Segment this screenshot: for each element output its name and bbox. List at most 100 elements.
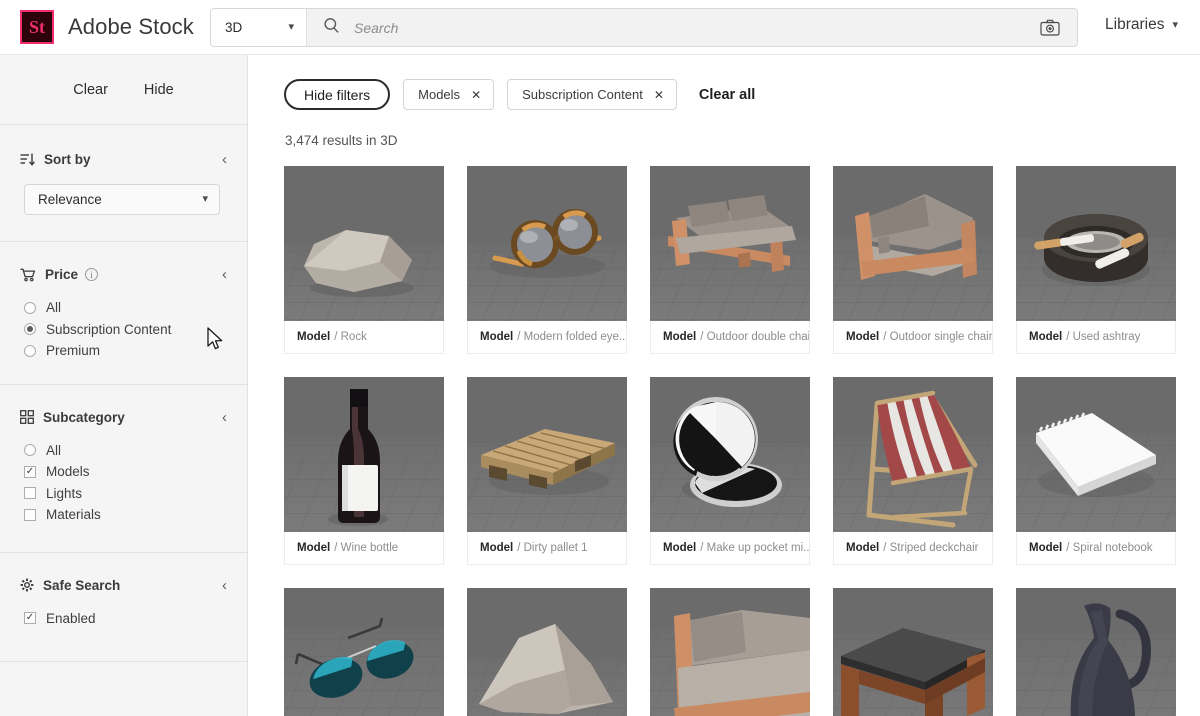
result-thumbnail[interactable]	[650, 377, 810, 532]
result-caption: Model / Used ashtray	[1016, 321, 1176, 354]
result-thumbnail[interactable]	[467, 377, 627, 532]
result-type: Model	[1029, 331, 1062, 343]
result-card[interactable]: Model /	[650, 588, 810, 716]
camera-search-icon[interactable]	[1023, 9, 1077, 46]
chevron-down-icon: ▾	[288, 22, 294, 33]
subcategory-option-materials[interactable]: Materials	[24, 504, 247, 526]
safe-search-label: Safe Search	[43, 578, 120, 593]
result-thumbnail[interactable]	[833, 377, 993, 532]
hide-sidebar-button[interactable]: Hide	[144, 82, 174, 98]
result-card[interactable]: Model / Spiral notebook	[1016, 377, 1176, 565]
checkbox-icon	[24, 487, 36, 499]
hide-filters-button[interactable]: Hide filters	[284, 79, 390, 110]
result-caption: Model / Rock	[284, 321, 444, 354]
subcategory-option-lights[interactable]: Lights	[24, 483, 247, 505]
result-title: / Used ashtray	[1066, 331, 1140, 343]
result-thumbnail[interactable]	[1016, 588, 1176, 716]
result-card[interactable]: Model / Striped deckchair	[833, 377, 993, 565]
clear-filters-button[interactable]: Clear	[73, 82, 108, 98]
result-card[interactable]: Model / Modern folded eye...	[467, 166, 627, 354]
result-title: / Outdoor single chair	[883, 331, 992, 343]
sidebar-section-safe-search: Safe Search ‹ ✓ Enabled	[0, 553, 247, 663]
results-count: 3,474 results in 3D	[249, 110, 1200, 148]
result-type: Model	[297, 331, 330, 343]
sort-by-label: Sort by	[44, 152, 91, 167]
subcategory-option-label: Models	[46, 464, 90, 479]
subcategory-option-label: All	[46, 443, 61, 458]
result-thumbnail[interactable]	[284, 377, 444, 532]
result-type: Model	[480, 542, 513, 554]
result-card[interactable]: Model / Rock	[284, 166, 444, 354]
sort-by-select[interactable]: Relevance ▾	[24, 184, 220, 215]
active-filters-bar: Hide filters Models ✕ Subscription Conte…	[249, 55, 1200, 110]
result-title: / Spiral notebook	[1066, 542, 1152, 554]
result-card[interactable]: Model / Outdoor single chair	[833, 166, 993, 354]
info-icon[interactable]: i	[85, 268, 98, 281]
gear-icon	[20, 578, 34, 592]
filter-chip-subscription-content[interactable]: Subscription Content ✕	[507, 79, 677, 110]
adobe-stock-logo-icon: St	[20, 10, 54, 44]
result-thumbnail[interactable]	[467, 166, 627, 321]
price-option-all[interactable]: All	[24, 297, 247, 319]
search-input[interactable]	[352, 19, 852, 37]
result-card[interactable]: Model / Dirty pallet 1	[467, 377, 627, 565]
result-title: / Striped deckchair	[883, 542, 978, 554]
sort-icon	[20, 153, 35, 166]
result-thumbnail[interactable]	[284, 166, 444, 321]
result-card[interactable]: Model /	[1016, 588, 1176, 716]
result-card[interactable]: Model / Used ashtray	[1016, 166, 1176, 354]
chevron-left-icon[interactable]: ‹	[222, 577, 227, 594]
category-dropdown-value: 3D	[225, 20, 242, 35]
price-option-premium[interactable]: Premium	[24, 340, 247, 362]
result-thumbnail[interactable]	[833, 166, 993, 321]
clear-all-button[interactable]: Clear all	[699, 87, 755, 103]
filter-chip-models[interactable]: Models ✕	[403, 79, 494, 110]
safe-search-section-title: Safe Search ‹	[0, 577, 247, 594]
result-type: Model	[663, 542, 696, 554]
result-thumbnail[interactable]	[650, 166, 810, 321]
radio-selected-icon	[24, 323, 36, 335]
cart-icon	[20, 268, 36, 282]
result-thumbnail[interactable]	[833, 588, 993, 716]
brand-name: Adobe Stock	[68, 14, 194, 40]
category-dropdown[interactable]: 3D ▾	[211, 9, 307, 46]
close-icon[interactable]: ✕	[471, 88, 481, 102]
result-card[interactable]: Model /	[833, 588, 993, 716]
search-field-wrapper[interactable]	[307, 9, 1023, 46]
result-type: Model	[297, 542, 330, 554]
safe-search-option-label: Enabled	[46, 611, 96, 626]
result-title: / Outdoor double chair	[700, 331, 810, 343]
result-card[interactable]: Model /	[467, 588, 627, 716]
result-thumbnail[interactable]	[467, 588, 627, 716]
result-card[interactable]: Model / Outdoor double chair	[650, 166, 810, 354]
grid-icon	[20, 410, 34, 424]
libraries-menu[interactable]: Libraries ▾	[1105, 16, 1178, 34]
result-card[interactable]: Model / Make up pocket mi...	[650, 377, 810, 565]
chevron-left-icon[interactable]: ‹	[222, 266, 227, 283]
checkbox-icon	[24, 509, 36, 521]
sort-by-value: Relevance	[38, 192, 102, 207]
chevron-left-icon[interactable]: ‹	[222, 151, 227, 168]
result-card[interactable]: Model /	[284, 588, 444, 716]
result-thumbnail[interactable]	[1016, 166, 1176, 321]
result-card[interactable]: Model / Wine bottle	[284, 377, 444, 565]
subcategory-option-models[interactable]: ✓ Models	[24, 461, 247, 483]
chevron-down-icon: ▾	[1172, 20, 1178, 31]
search-icon	[323, 17, 340, 39]
price-option-subscription-content[interactable]: Subscription Content	[24, 319, 247, 341]
result-thumbnail[interactable]	[284, 588, 444, 716]
subcategory-option-all[interactable]: All	[24, 440, 247, 462]
result-type: Model	[663, 331, 696, 343]
result-thumbnail[interactable]	[1016, 377, 1176, 532]
chevron-left-icon[interactable]: ‹	[222, 409, 227, 426]
radio-icon	[24, 302, 36, 314]
sidebar-header-actions: Clear Hide	[0, 55, 247, 125]
result-caption: Model / Modern folded eye...	[467, 321, 627, 354]
subcategory-options: All ✓ Models Lights Materials	[0, 426, 247, 536]
result-thumbnail[interactable]	[650, 588, 810, 716]
safe-search-option-enabled[interactable]: ✓ Enabled	[24, 608, 247, 630]
brand-logo-area[interactable]: St Adobe Stock	[20, 10, 194, 44]
close-icon[interactable]: ✕	[654, 88, 664, 102]
sidebar-section-subcategory: Subcategory ‹ All ✓ Models Lights Materi…	[0, 385, 247, 553]
top-navigation-bar: St Adobe Stock 3D ▾ Libra	[0, 0, 1200, 55]
